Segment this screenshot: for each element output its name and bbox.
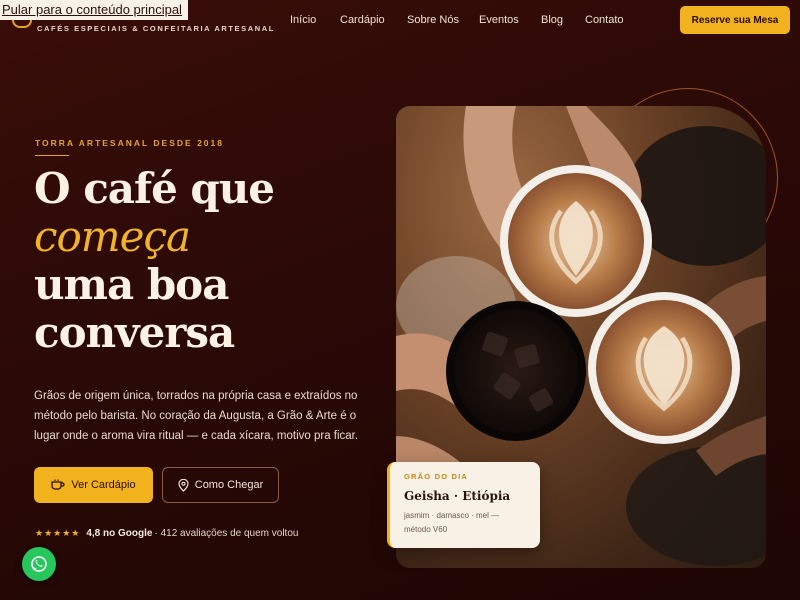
- nav-item-inicio[interactable]: Início: [290, 14, 340, 26]
- whatsapp-button[interactable]: [22, 547, 56, 581]
- hero-headline: O café que começa uma boa conversa: [34, 164, 275, 357]
- nav-item-eventos[interactable]: Eventos: [479, 14, 541, 26]
- headline-line-1: O café que: [34, 164, 275, 213]
- skip-to-content-link[interactable]: Pular para o conteúdo principal: [0, 0, 188, 20]
- whatsapp-icon: [31, 556, 47, 572]
- bean-of-the-day-card: GRÃO DO DIA Geisha · Etiópia jasmim · da…: [387, 462, 540, 548]
- nav-item-contato[interactable]: Contato: [585, 14, 624, 26]
- nav-item-cardapio[interactable]: Cardápio: [340, 14, 407, 26]
- hero-eyebrow: TORRA ARTESANAL DESDE 2018: [35, 138, 224, 148]
- map-pin-icon: [178, 478, 189, 492]
- eyebrow-divider: [35, 155, 69, 156]
- rating-score: 4,8 no Google: [86, 528, 153, 539]
- headline-line-3: uma boa: [34, 260, 229, 309]
- nav-item-blog[interactable]: Blog: [541, 14, 585, 26]
- card-label: GRÃO DO DIA: [404, 472, 469, 481]
- nav-item-sobre-nos[interactable]: Sobre Nós: [407, 14, 479, 26]
- star-rating-icon: ★★★★★: [35, 528, 81, 538]
- rating-reviews: · 412 avaliações de quem voltou: [154, 528, 299, 539]
- coffee-cup-icon: [51, 479, 65, 490]
- card-coffee-name: Geisha · Etiópia: [404, 489, 511, 503]
- headline-line-4: conversa: [34, 308, 235, 357]
- directions-button[interactable]: Como Chegar: [162, 467, 279, 503]
- main-nav: Início Cardápio Sobre Nós Eventos Blog C…: [290, 14, 624, 26]
- google-rating: ★★★★★ 4,8 no Google · 412 avaliações de …: [35, 528, 298, 539]
- reserve-table-button[interactable]: Reserve sua Mesa: [680, 6, 790, 34]
- card-tasting-notes: jasmim · damasco · mel — método V60: [404, 511, 500, 534]
- brand-tagline: CAFÉS ESPECIAIS & CONFEITARIA ARTESANAL: [37, 24, 275, 33]
- view-menu-label: Ver Cardápio: [71, 479, 136, 491]
- hero-description: Grãos de origem única, torrados na própr…: [34, 390, 359, 442]
- directions-label: Como Chegar: [194, 479, 264, 491]
- view-menu-button[interactable]: Ver Cardápio: [34, 467, 153, 503]
- headline-accent: começa: [34, 212, 191, 261]
